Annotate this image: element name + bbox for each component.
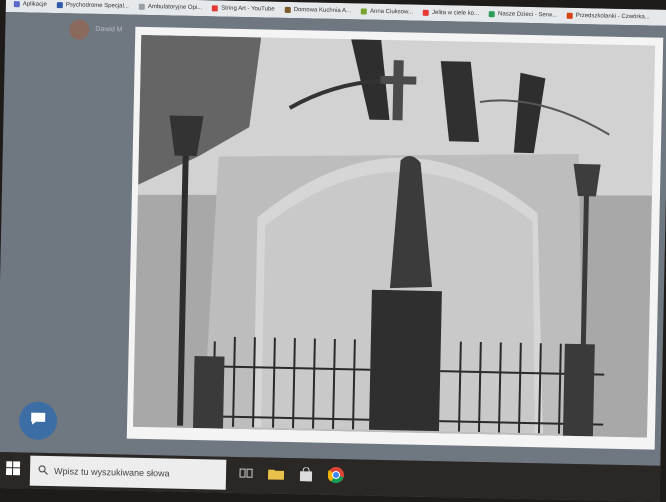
bookmark-apps[interactable]: Aplikacje: [13, 1, 47, 8]
bookmark-item[interactable]: Nasze Dzieci - Serw...: [488, 11, 557, 19]
taskbar-search[interactable]: Wpisz tu wyszukiwane słowa: [29, 455, 227, 490]
bookmark-item[interactable]: Przedszkolanki - Czwórka...: [566, 12, 650, 20]
projected-screen: Aplikacje Psychodrome Specjal... Ambulat…: [0, 0, 666, 502]
apps-icon: [13, 1, 20, 8]
bookmark-favicon-icon: [56, 2, 63, 9]
file-explorer-icon: [267, 467, 285, 485]
bookmark-item[interactable]: Jelita w ciele ko...: [422, 9, 479, 17]
chat-icon: [30, 411, 46, 430]
store-icon: [299, 466, 313, 486]
photo-viewer: [126, 26, 664, 450]
start-button[interactable]: [0, 452, 30, 489]
username-label: Dawid M: [95, 25, 123, 34]
bookmark-favicon-icon: [360, 8, 368, 15]
bookmark-item[interactable]: Psychodrome Specjal...: [56, 2, 129, 10]
cemetery-photo[interactable]: [133, 34, 656, 438]
chrome-button[interactable]: [326, 466, 346, 487]
bookmark-favicon-icon: [566, 12, 573, 19]
bookmark-favicon-icon: [138, 3, 145, 10]
search-placeholder: Wpisz tu wyszukiwane słowa: [53, 466, 170, 479]
youtube-icon: [212, 5, 219, 12]
cemetery-photo-drawing: [133, 34, 656, 438]
youtube-icon: [422, 9, 430, 16]
file-explorer-button[interactable]: [266, 466, 286, 486]
task-view-icon: [239, 466, 253, 484]
task-view-button[interactable]: [236, 465, 256, 485]
bookmark-item[interactable]: Ambulatoryjne Opi...: [138, 3, 202, 11]
bookmark-item[interactable]: String Art - YouTube: [212, 5, 275, 13]
windows-icon: [5, 460, 21, 480]
search-icon: [38, 465, 48, 477]
bookmark-favicon-icon: [488, 11, 496, 18]
store-button[interactable]: [296, 466, 316, 486]
bookmark-item[interactable]: Anna Ciuksow...: [360, 8, 413, 16]
bookmark-favicon-icon: [284, 6, 291, 13]
chrome-icon: [327, 466, 345, 487]
bookmark-item[interactable]: Domowa Kuchnia A...: [284, 6, 351, 14]
